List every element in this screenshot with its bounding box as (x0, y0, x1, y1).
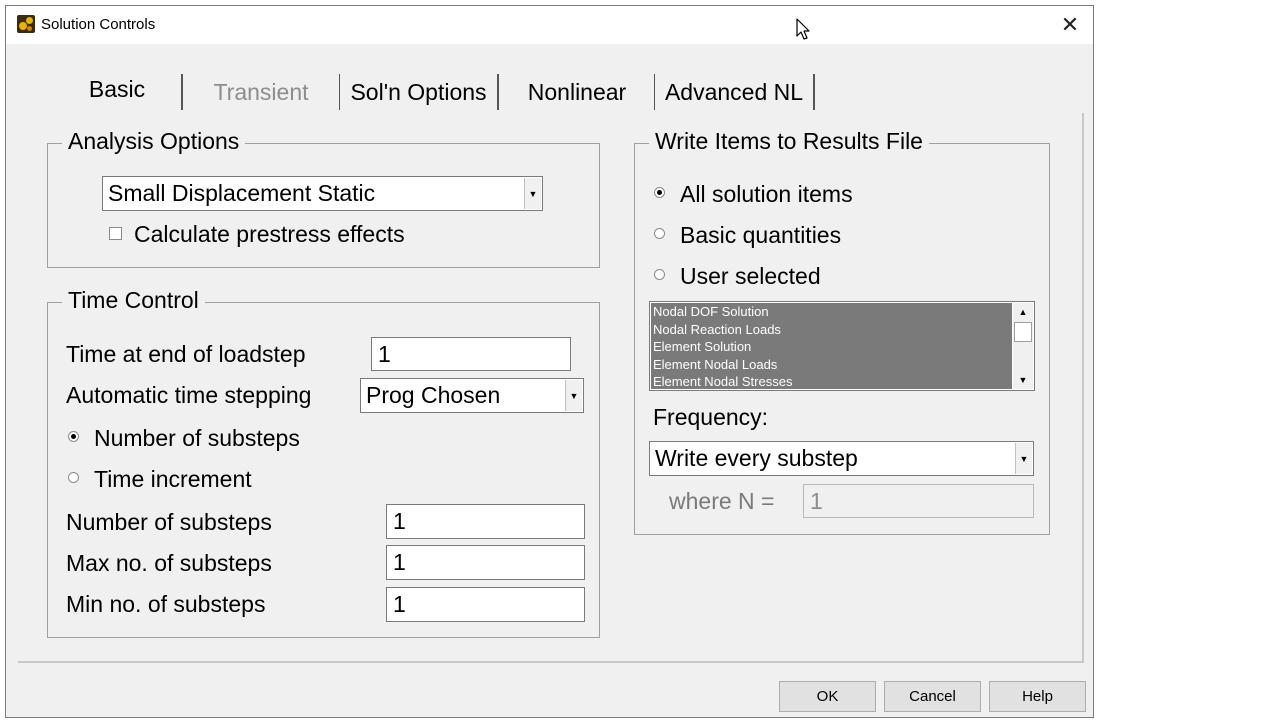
max-substeps-label: Max no. of substeps (66, 550, 272, 576)
prestress-checkbox[interactable] (109, 227, 122, 240)
radio-time-increment[interactable] (68, 472, 79, 483)
frequency-value: Write every substep (655, 445, 858, 471)
chevron-down-icon: ▼ (524, 178, 541, 209)
analysis-type-select[interactable]: Small Displacement Static ▼ (102, 176, 543, 211)
list-item[interactable]: Element Nodal Loads (651, 356, 1012, 374)
where-n-input: 1 (803, 484, 1034, 518)
where-n-label: where N = (669, 488, 775, 514)
min-substeps-label: Min no. of substeps (66, 591, 266, 617)
results-items-listbox[interactable]: Nodal DOF Solution Nodal Reaction Loads … (649, 301, 1035, 391)
auto-step-label: Automatic time stepping (66, 382, 312, 408)
radio-basic-quantities-label: Basic quantities (680, 222, 842, 248)
list-item[interactable]: Element Solution (651, 338, 1012, 356)
tab-advanced-nl-label: Advanced NL (664, 78, 804, 105)
radio-user-selected-label: User selected (680, 263, 821, 289)
auto-step-select[interactable]: Prog Chosen ▼ (360, 378, 584, 413)
tab-basic[interactable]: Basic (53, 74, 183, 110)
listbox-scrollbar[interactable]: ▲ ▼ (1013, 303, 1033, 389)
tab-basic-label: Basic (88, 75, 146, 102)
frequency-select[interactable]: Write every substep ▼ (649, 441, 1034, 476)
time-end-input[interactable]: 1 (371, 337, 571, 371)
window-title: Solution Controls (41, 16, 156, 33)
prestress-label: Calculate prestress effects (134, 221, 405, 247)
chevron-down-icon: ▼ (1015, 443, 1032, 474)
tab-soln-options-label: Sol'n Options (350, 78, 487, 105)
time-end-label: Time at end of loadstep (66, 341, 306, 367)
analysis-options-legend: Analysis Options (62, 128, 246, 155)
results-items-list: Nodal DOF Solution Nodal Reaction Loads … (651, 303, 1012, 389)
scrollbar-thumb[interactable] (1014, 322, 1032, 342)
close-button[interactable]: ✕ (1047, 6, 1093, 44)
scroll-up-arrow-icon[interactable]: ▲ (1013, 303, 1033, 321)
cancel-button[interactable]: Cancel (884, 681, 981, 712)
analysis-type-value: Small Displacement Static (108, 180, 376, 206)
app-gear-icon (17, 15, 35, 33)
radio-number-of-substeps[interactable] (68, 431, 79, 442)
scroll-down-arrow-icon[interactable]: ▼ (1013, 371, 1033, 389)
list-item[interactable]: Element Nodal Stresses (651, 373, 1012, 389)
tab-transient: Transient (198, 74, 324, 110)
tab-soln-options[interactable]: Sol'n Options (339, 74, 499, 110)
chevron-down-icon: ▼ (565, 380, 582, 411)
close-icon: ✕ (1060, 12, 1080, 38)
help-button[interactable]: Help (989, 681, 1086, 712)
list-item[interactable]: Nodal DOF Solution (651, 303, 1012, 321)
results-file-legend: Write Items to Results File (649, 128, 929, 155)
num-substeps-label: Number of substeps (66, 509, 272, 535)
min-substeps-input[interactable]: 1 (386, 587, 585, 622)
radio-number-of-substeps-label: Number of substeps (94, 425, 300, 451)
num-substeps-input[interactable]: 1 (386, 504, 585, 539)
tab-advanced-nl[interactable]: Advanced NL (654, 74, 815, 110)
tab-transient-label: Transient (213, 78, 309, 105)
title-bar[interactable]: Solution Controls ✕ (6, 6, 1093, 44)
time-control-legend: Time Control (62, 287, 205, 314)
mouse-pointer-icon (796, 18, 810, 40)
radio-time-increment-label: Time increment (94, 466, 252, 492)
tab-nonlinear[interactable]: Nonlinear (514, 74, 640, 110)
radio-all-solution-items[interactable] (654, 187, 665, 198)
frequency-label: Frequency: (653, 404, 769, 430)
ok-button[interactable]: OK (779, 681, 876, 712)
radio-user-selected[interactable] (654, 269, 665, 280)
tab-nonlinear-label: Nonlinear (527, 78, 627, 105)
radio-all-solution-items-label: All solution items (680, 181, 853, 207)
radio-basic-quantities[interactable] (654, 228, 665, 239)
list-item[interactable]: Nodal Reaction Loads (651, 321, 1012, 339)
max-substeps-input[interactable]: 1 (386, 545, 585, 580)
auto-step-value: Prog Chosen (366, 382, 501, 408)
